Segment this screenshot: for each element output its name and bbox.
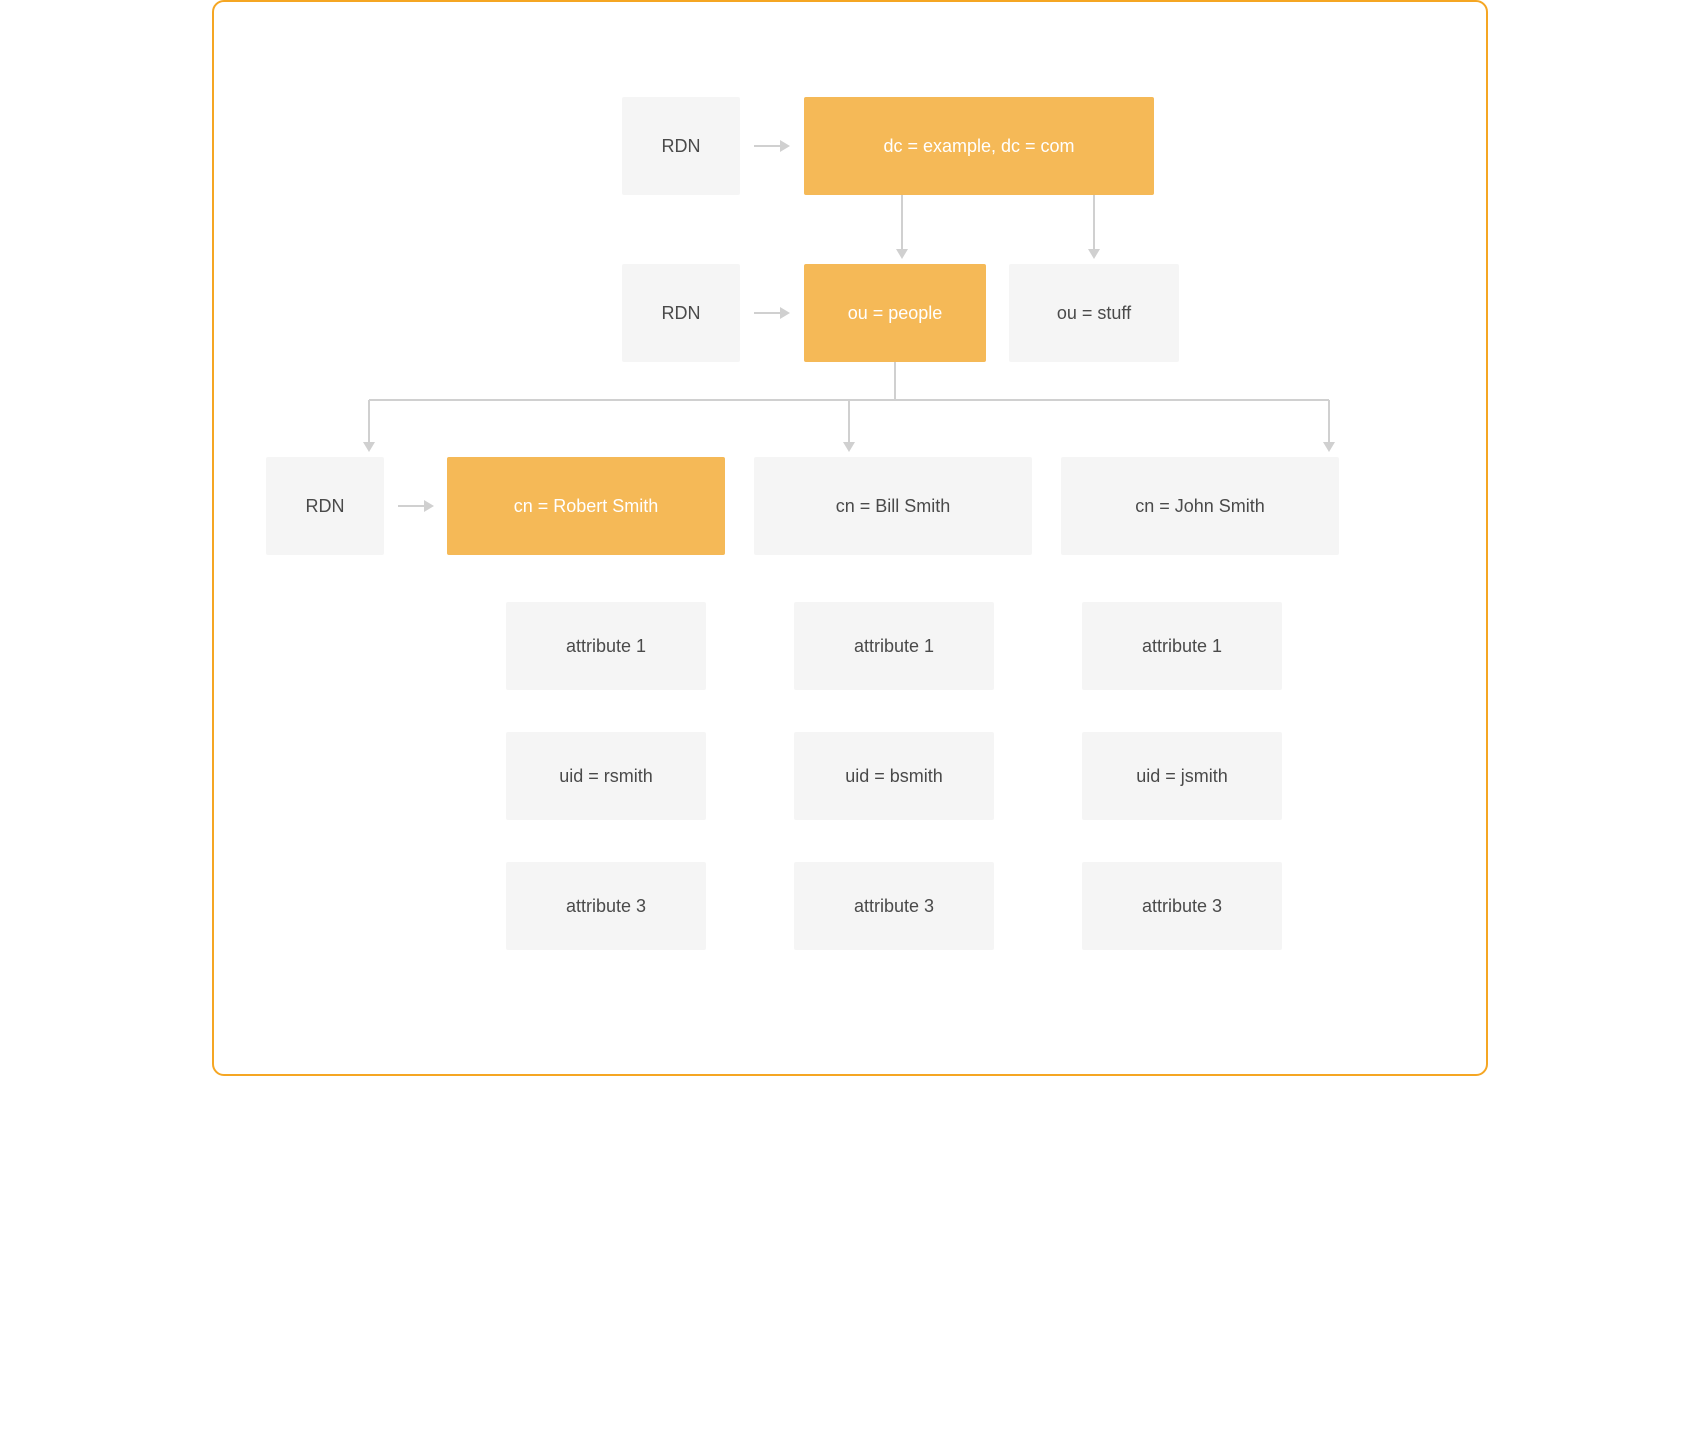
arrow-right-icon: [754, 299, 790, 327]
rdn-label-3: RDN: [266, 457, 384, 555]
attr-box: attribute 3: [506, 862, 706, 950]
rdn-label-1: RDN: [622, 97, 740, 195]
attr-box: attribute 3: [1082, 862, 1282, 950]
connector-root-to-level2: [214, 195, 1490, 265]
rdn-label-2: RDN: [622, 264, 740, 362]
cn-node-1: cn = Bill Smith: [754, 457, 1032, 555]
attr-box: uid = jsmith: [1082, 732, 1282, 820]
diagram-frame: RDN dc = example, dc = com RDN ou = peop…: [212, 0, 1488, 1076]
attr-box: attribute 3: [794, 862, 994, 950]
arrow-right-icon: [398, 492, 434, 520]
ou-stuff-node: ou = stuff: [1009, 264, 1179, 362]
ou-people-node: ou = people: [804, 264, 986, 362]
attr-box: attribute 1: [794, 602, 994, 690]
attr-box: uid = bsmith: [794, 732, 994, 820]
attr-box: uid = rsmith: [506, 732, 706, 820]
root-node: dc = example, dc = com: [804, 97, 1154, 195]
attr-box: attribute 1: [1082, 602, 1282, 690]
cn-node-2: cn = John Smith: [1061, 457, 1339, 555]
attr-box: attribute 1: [506, 602, 706, 690]
cn-node-0: cn = Robert Smith: [447, 457, 725, 555]
connector-people-to-cn: [214, 362, 1490, 458]
arrow-right-icon: [754, 132, 790, 160]
